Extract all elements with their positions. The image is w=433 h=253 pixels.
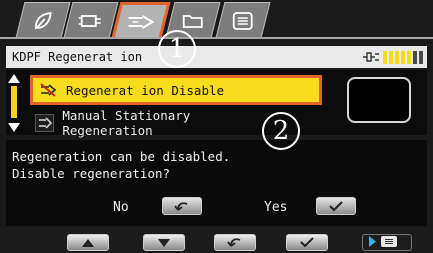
- level-segment: [413, 50, 417, 64]
- back-arrow-icon: [173, 197, 191, 216]
- exhaust-regeneration-icon: [127, 12, 155, 32]
- yes-button[interactable]: [316, 197, 356, 215]
- tab-engine[interactable]: [63, 2, 119, 38]
- check-icon: [327, 197, 345, 216]
- menu-item-regeneration-disable[interactable]: Regenerat ion Disable: [30, 75, 322, 105]
- tab-regeneration[interactable]: [111, 2, 171, 38]
- page-title-bar: KDPF Regenerat ion: [6, 46, 427, 68]
- plug-icon: [361, 50, 381, 64]
- up-button[interactable]: [67, 234, 109, 251]
- page-title: KDPF Regenerat ion: [12, 50, 143, 64]
- down-button[interactable]: [143, 234, 185, 251]
- no-button[interactable]: [162, 197, 202, 215]
- up-arrow-icon: [81, 233, 95, 252]
- play-menu-icon: [367, 233, 407, 252]
- message-line-1: Regeneration can be disabled.: [12, 149, 231, 164]
- back-arrow-icon: [226, 233, 244, 252]
- list-scrollbar[interactable]: [8, 74, 20, 132]
- menu-button[interactable]: [362, 234, 412, 251]
- level-segment: [383, 50, 387, 64]
- menu-list-icon: [232, 11, 254, 31]
- check-icon: [298, 233, 316, 252]
- yes-label: Yes: [264, 200, 288, 215]
- preview-box: [347, 77, 411, 123]
- down-arrow-icon: [157, 233, 171, 252]
- no-label: No: [113, 200, 129, 215]
- dpf-level-indicator: [361, 50, 423, 64]
- regeneration-disable-icon: [38, 81, 58, 99]
- scroll-down-arrow-icon: [8, 123, 20, 132]
- callout-2: 2: [262, 112, 300, 150]
- display-screen: KDPF Regenerat ion Regenerat ion Disable: [0, 0, 433, 253]
- scroll-thumb[interactable]: [11, 86, 17, 118]
- manual-regeneration-icon: [35, 114, 55, 132]
- level-segment: [389, 50, 393, 64]
- scroll-up-arrow-icon: [8, 74, 20, 83]
- menu-item-manual-stationary-regeneration[interactable]: Manual Stationary Regeneration: [30, 108, 280, 138]
- tab-menu[interactable]: [215, 2, 271, 38]
- menu-item-label: Manual Stationary Regeneration: [62, 108, 191, 138]
- message-line-2: Disable regeneration?: [12, 166, 171, 181]
- menu-item-label: Regenerat ion Disable: [66, 82, 225, 98]
- engine-icon: [78, 11, 104, 31]
- tab-eco[interactable]: [15, 2, 71, 38]
- level-segment: [407, 50, 411, 64]
- tab-divider: [0, 37, 433, 39]
- back-button[interactable]: [214, 234, 256, 251]
- leaf-icon: [32, 10, 54, 32]
- level-segment: [395, 50, 399, 64]
- folder-icon: [181, 11, 205, 31]
- level-segment: [419, 50, 423, 64]
- callout-1: 1: [158, 30, 196, 68]
- level-segment: [401, 50, 405, 64]
- confirm-button[interactable]: [286, 234, 328, 251]
